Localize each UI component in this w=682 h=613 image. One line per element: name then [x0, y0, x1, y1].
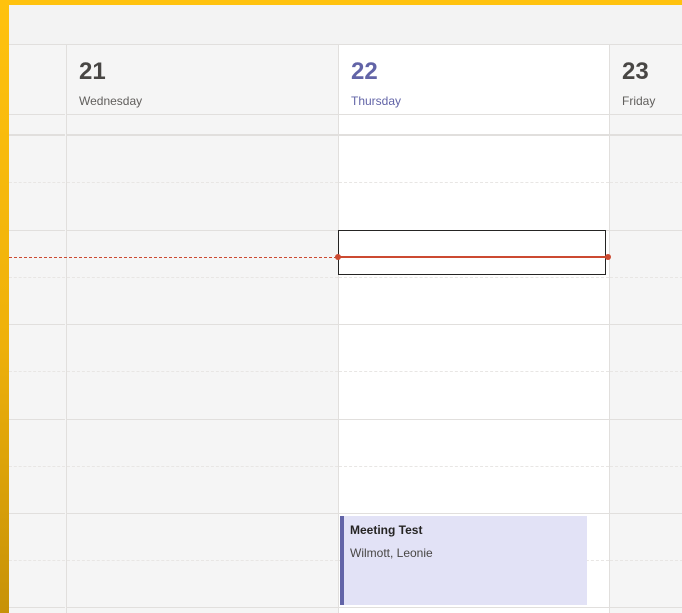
- day-column-friday[interactable]: 23 Friday: [609, 45, 682, 613]
- all-day-slot[interactable]: [610, 115, 682, 135]
- gutter-grid: [9, 135, 65, 613]
- window-left-border: [0, 0, 9, 613]
- current-time-dot-start: [335, 254, 341, 260]
- current-time-dot-end: [605, 254, 611, 260]
- time-gutter: [9, 45, 65, 613]
- gutter-all-day-row: [9, 115, 65, 135]
- day-header-thursday[interactable]: 22 Thursday: [339, 45, 609, 115]
- day-name: Thursday: [351, 94, 402, 108]
- day-number: 21: [79, 58, 106, 85]
- day-column-wednesday[interactable]: 21 Wednesday: [66, 45, 338, 613]
- day-number: 23: [622, 58, 649, 85]
- all-day-slot[interactable]: [339, 115, 609, 135]
- day-name: Friday: [622, 94, 656, 108]
- time-slots[interactable]: [67, 135, 338, 613]
- day-name: Wednesday: [79, 94, 143, 108]
- current-time-indicator: [338, 256, 609, 258]
- calendar-week-view: 21 Wednesday 22 Thursday 23 Friday Meeti…: [9, 5, 682, 613]
- day-header-friday[interactable]: 23 Friday: [610, 45, 682, 115]
- selected-time-slot[interactable]: [338, 230, 606, 275]
- day-header-wednesday[interactable]: 21 Wednesday: [67, 45, 338, 115]
- gutter-header: [9, 45, 65, 115]
- all-day-slot[interactable]: [67, 115, 338, 135]
- current-time-guide: [9, 257, 337, 258]
- time-slots[interactable]: [610, 135, 682, 613]
- calendar-toolbar: [9, 5, 682, 45]
- day-number: 22: [351, 58, 378, 85]
- event-organizer: Wilmott, Leonie: [350, 546, 433, 560]
- event-title: Meeting Test: [350, 523, 423, 537]
- calendar-event[interactable]: Meeting Test Wilmott, Leonie: [340, 516, 587, 605]
